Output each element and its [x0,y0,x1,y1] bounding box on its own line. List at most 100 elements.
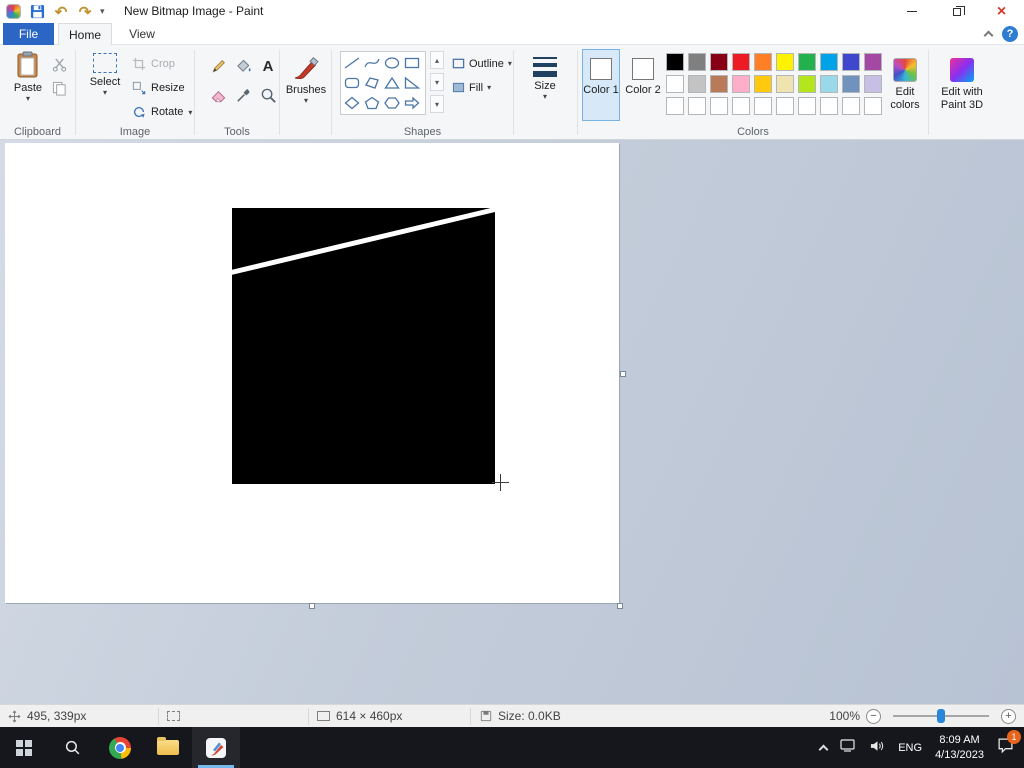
shape-diamond-icon[interactable] [342,93,362,113]
start-button[interactable] [0,727,48,768]
zoom-level-label: 100% [829,709,860,723]
magnifier-tool-icon[interactable] [257,82,279,108]
color2-button[interactable]: Color 2 [624,49,662,121]
palette-color-r3-c4[interactable] [732,97,750,115]
shape-hexagon-icon[interactable] [382,93,402,113]
canvas-resize-handle-bottom[interactable] [309,603,315,609]
outline-button[interactable]: Outline ▾ [452,57,512,70]
shapes-scroll-down-icon[interactable]: ▾ [430,73,444,91]
palette-color-r3-c9[interactable] [842,97,860,115]
shape-line-icon[interactable] [342,53,362,73]
text-tool-icon[interactable]: A [257,53,279,79]
palette-color-r1-c10[interactable] [864,53,882,71]
pencil-tool-icon[interactable] [207,53,229,79]
tab-file[interactable]: File [3,23,54,45]
rotate-button[interactable]: Rotate ▾ [132,103,192,121]
volume-icon[interactable] [870,739,885,757]
undo-icon[interactable]: ↶ [52,3,70,21]
palette-color-r1-c4[interactable] [732,53,750,71]
palette-color-r1-c8[interactable] [820,53,838,71]
palette-color-r2-c5[interactable] [754,75,772,93]
tab-home[interactable]: Home [58,23,112,46]
palette-color-r1-c3[interactable] [710,53,728,71]
select-button[interactable]: Select ▾ [82,53,128,97]
shape-curve-icon[interactable] [362,53,382,73]
shape-right-triangle-icon[interactable] [402,73,422,93]
brushes-dropdown-icon: ▾ [303,96,308,105]
shape-rounded-rectangle-icon[interactable] [342,73,362,93]
canvas-resize-handle-corner[interactable] [617,603,623,609]
palette-color-r1-c1[interactable] [666,53,684,71]
help-icon[interactable]: ? [1002,26,1018,42]
paint-canvas[interactable] [5,143,619,603]
palette-color-r1-c6[interactable] [776,53,794,71]
clock[interactable]: 8:09 AM 4/13/2023 [935,733,984,763]
taskbar-search-button[interactable] [48,727,96,768]
zoom-slider[interactable] [893,709,989,723]
shape-polygon-icon[interactable] [362,73,382,93]
taskbar-file-explorer-button[interactable] [144,727,192,768]
canvas-area[interactable] [0,140,1024,704]
palette-color-r2-c10[interactable] [864,75,882,93]
palette-color-r2-c3[interactable] [710,75,728,93]
shape-rectangle-icon[interactable] [402,53,422,73]
canvas-resize-handle-right[interactable] [620,371,626,377]
palette-color-r2-c6[interactable] [776,75,794,93]
zoom-in-button[interactable]: + [1001,708,1016,724]
shape-pentagon-icon[interactable] [362,93,382,113]
palette-color-r3-c8[interactable] [820,97,838,115]
crop-button[interactable]: Crop [132,55,175,73]
palette-color-r3-c6[interactable] [776,97,794,115]
palette-color-r2-c1[interactable] [666,75,684,93]
palette-color-r1-c2[interactable] [688,53,706,71]
palette-color-r3-c5[interactable] [754,97,772,115]
save-icon[interactable] [28,3,46,21]
notification-center-button[interactable]: 1 [997,729,1021,759]
eraser-tool-icon[interactable] [207,82,229,108]
tab-view[interactable]: View [116,23,168,45]
network-icon[interactable] [840,738,857,757]
shape-triangle-icon[interactable] [382,73,402,93]
tray-show-hidden-icon[interactable] [818,744,829,755]
palette-color-r2-c9[interactable] [842,75,860,93]
shapes-more-icon[interactable]: ▾ [430,95,444,113]
fill-tool-icon[interactable] [232,53,254,79]
size-button[interactable]: Size ▾ [522,57,568,101]
palette-color-r3-c3[interactable] [710,97,728,115]
edit-with-paint3d-button[interactable]: Edit with Paint 3D [933,49,991,135]
palette-color-r2-c2[interactable] [688,75,706,93]
color-picker-tool-icon[interactable] [232,82,254,108]
brushes-button[interactable]: Brushes ▾ [284,55,328,105]
palette-color-r3-c1[interactable] [666,97,684,115]
edit-colors-button[interactable]: Edit colors [884,49,926,121]
zoom-out-button[interactable]: − [866,708,881,724]
palette-color-r2-c7[interactable] [798,75,816,93]
shape-oval-icon[interactable] [382,53,402,73]
copy-icon[interactable] [52,81,67,101]
palette-color-r3-c2[interactable] [688,97,706,115]
palette-color-r3-c7[interactable] [798,97,816,115]
palette-color-r2-c8[interactable] [820,75,838,93]
minimize-button[interactable] [889,0,934,23]
cut-icon[interactable] [52,57,67,77]
palette-color-r2-c4[interactable] [732,75,750,93]
resize-button[interactable]: Resize [132,79,185,97]
palette-color-r1-c5[interactable] [754,53,772,71]
color1-button[interactable]: Color 1 [582,49,620,121]
shape-arrow-right-icon[interactable] [402,93,422,113]
palette-color-r1-c7[interactable] [798,53,816,71]
paste-button[interactable]: Paste ▾ [6,51,50,103]
palette-color-r1-c9[interactable] [842,53,860,71]
zoom-slider-thumb[interactable] [937,709,945,723]
customize-qat-icon[interactable]: ▾ [100,6,105,17]
fill-button[interactable]: Fill ▾ [452,81,491,94]
taskbar-paint-button[interactable] [192,727,240,768]
palette-color-r3-c10[interactable] [864,97,882,115]
shapes-scroll-up-icon[interactable]: ▴ [430,51,444,69]
taskbar-chrome-button[interactable] [96,727,144,768]
close-button[interactable]: × [979,0,1024,23]
collapse-ribbon-icon[interactable] [983,30,994,41]
restore-button[interactable] [934,0,979,23]
language-indicator[interactable]: ENG [898,742,922,754]
redo-icon[interactable]: ↷ [76,3,94,21]
